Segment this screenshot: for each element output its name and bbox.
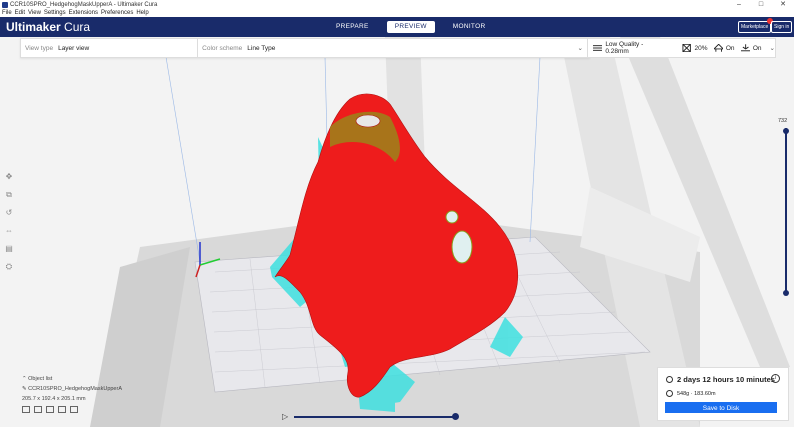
- window-controls: – □ ✕: [728, 0, 794, 10]
- menu-bar: File Edit View Settings Extensions Prefe…: [0, 10, 794, 17]
- menu-view[interactable]: View: [28, 10, 41, 17]
- material-usage: 548g · 183.60m: [677, 390, 716, 397]
- marketplace-label: Marketplace: [741, 24, 769, 30]
- color-scheme-select[interactable]: Line Type: [247, 45, 275, 52]
- view-type-select[interactable]: Layer view: [58, 45, 89, 52]
- profile-label: Low Quality - 0.28mm: [605, 41, 644, 55]
- simulation-timeline[interactable]: ▷: [282, 412, 462, 422]
- play-icon[interactable]: ▷: [282, 412, 288, 421]
- tab-monitor[interactable]: MONITOR: [445, 21, 494, 33]
- move-tool-icon[interactable]: ✥: [4, 172, 14, 184]
- stage-tabs: PREPARE PREVIEW MONITOR: [328, 21, 493, 33]
- settings-sliders-icon: [593, 45, 603, 51]
- marketplace-button[interactable]: Marketplace: [738, 18, 774, 33]
- app-brand: Ultimaker Cura: [6, 20, 90, 34]
- tab-preview[interactable]: PREVIEW: [386, 21, 435, 33]
- chevron-down-icon[interactable]: ⌄: [578, 44, 583, 52]
- tab-prepare[interactable]: PREPARE: [328, 21, 377, 33]
- object-list-header: Object list: [28, 376, 53, 382]
- chevron-down-icon: ⌄: [769, 45, 775, 52]
- infill-icon: [682, 44, 692, 52]
- menu-file[interactable]: File: [2, 10, 12, 17]
- close-button[interactable]: ✕: [772, 0, 794, 10]
- mirror-tool-icon[interactable]: ⇔: [4, 226, 14, 238]
- infill-value: 20%: [694, 44, 708, 52]
- maximize-button[interactable]: □: [750, 0, 772, 10]
- view-3d-icon[interactable]: [22, 406, 30, 413]
- rotate-tool-icon[interactable]: ↺: [4, 208, 14, 220]
- menu-edit[interactable]: Edit: [15, 10, 25, 17]
- layer-slider-top-handle[interactable]: [783, 128, 789, 134]
- brand-product: Cura: [60, 20, 91, 34]
- cura-app-icon: [2, 2, 8, 8]
- save-to-disk-button[interactable]: Save to Disk: [665, 402, 777, 413]
- spool-icon: [666, 390, 673, 397]
- build-volume-edge-left: [165, 56, 201, 263]
- object-dimensions: 205.7 x 192.4 x 205.1 mm: [22, 396, 86, 402]
- menu-settings[interactable]: Settings: [44, 10, 66, 17]
- adhesion-icon: [740, 44, 750, 52]
- print-time-row: 2 days 12 hours 10 minutes: [666, 375, 775, 384]
- view-type-label: View type: [25, 44, 54, 52]
- adhesion-value: On: [752, 44, 762, 52]
- signin-button[interactable]: Sign in: [771, 21, 793, 33]
- support-blocker-icon[interactable]: ⛭: [4, 262, 14, 274]
- layer-max-value: 732: [778, 118, 788, 124]
- timeline-track[interactable]: [294, 416, 454, 418]
- info-icon[interactable]: i: [771, 374, 780, 383]
- minimize-button[interactable]: –: [728, 0, 750, 10]
- menu-help[interactable]: Help: [136, 10, 148, 17]
- layer-slider-track[interactable]: [785, 128, 787, 293]
- layer-slider[interactable]: 732: [778, 118, 794, 298]
- window-title: CCR10SPRO_HedgehogMaskUpperA - Ultimaker…: [10, 2, 158, 8]
- timeline-handle[interactable]: [452, 413, 459, 420]
- object-list-panel: ⌃ Object list ✎ CCR10SPRO_HedgehogMaskUp…: [22, 376, 122, 413]
- view-top-icon[interactable]: [46, 406, 54, 413]
- tool-column: ✥ ⧉ ↺ ⇔ ▤ ⛭: [4, 172, 18, 274]
- view-front-icon[interactable]: [34, 406, 42, 413]
- object-name-row[interactable]: ✎ CCR10SPRO_HedgehogMaskUpperA: [22, 386, 122, 392]
- menu-preferences[interactable]: Preferences: [101, 10, 133, 17]
- print-settings-bar[interactable]: Low Quality - 0.28mm 20% On On ⌄: [587, 38, 776, 58]
- build-volume-edge-right: [529, 56, 541, 243]
- scale-tool-icon[interactable]: ⧉: [4, 190, 14, 202]
- model-eye-hole-right: [451, 230, 473, 264]
- divider: [197, 39, 199, 57]
- view-settings-bar: View type Layer view Color scheme Line T…: [20, 38, 590, 58]
- menu-extensions[interactable]: Extensions: [69, 10, 98, 17]
- view-right-icon[interactable]: [70, 406, 78, 413]
- camera-view-buttons: [22, 406, 122, 413]
- window-titlebar: CCR10SPRO_HedgehogMaskUpperA - Ultimaker…: [0, 0, 794, 10]
- brand-name: Ultimaker: [6, 20, 61, 34]
- layer-slider-bottom-handle[interactable]: [783, 290, 789, 296]
- clock-icon: [666, 376, 673, 383]
- support-icon: [713, 44, 723, 52]
- support-value: On: [725, 44, 735, 52]
- print-time: 2 days 12 hours 10 minutes: [677, 375, 775, 384]
- material-row: 548g · 183.60m: [666, 390, 716, 397]
- object-name: CCR10SPRO_HedgehogMaskUpperA: [28, 386, 122, 392]
- object-list-toggle[interactable]: ⌃ Object list: [22, 376, 122, 382]
- view-left-icon[interactable]: [58, 406, 66, 413]
- per-model-settings-icon[interactable]: ▤: [4, 244, 14, 256]
- model-eye-hole-small: [445, 210, 459, 224]
- app-header: Ultimaker Cura PREPARE PREVIEW MONITOR M…: [0, 17, 794, 37]
- color-scheme-label: Color scheme: [202, 44, 243, 52]
- model-nose-hole: [355, 114, 381, 128]
- print-estimate-panel: 2 days 12 hours 10 minutes i 548g · 183.…: [657, 367, 789, 421]
